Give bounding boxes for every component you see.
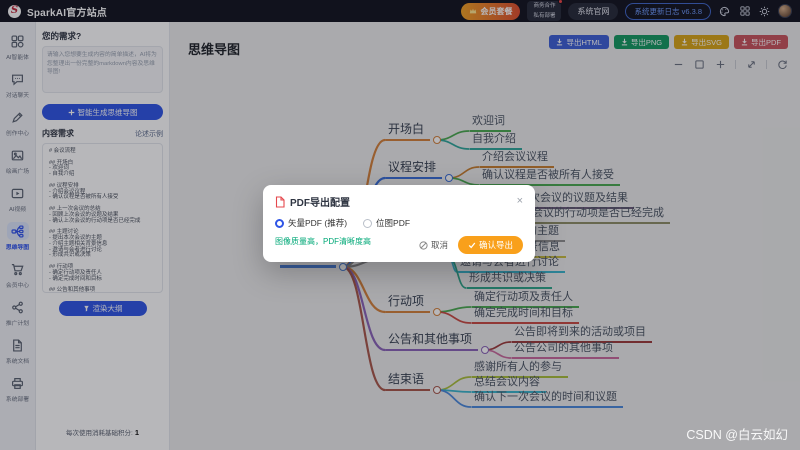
- radio-unselected-dot: [363, 219, 372, 228]
- dialog-title: PDF导出配置: [290, 194, 350, 209]
- cancel-icon: [419, 241, 428, 250]
- cancel-button[interactable]: 取消: [419, 239, 448, 251]
- confirm-export-button[interactable]: 确认导出: [458, 236, 523, 254]
- pdf-file-icon: [275, 196, 285, 208]
- close-icon[interactable]: ×: [517, 196, 523, 207]
- check-icon: [468, 241, 476, 249]
- pdf-export-dialog: PDF导出配置 × 矢量PDF (推荐) 位图PDF 图像质量高，PDF清晰度高…: [263, 185, 535, 262]
- radio-selected-dot: [275, 219, 284, 228]
- radio-vector-pdf[interactable]: 矢量PDF (推荐): [275, 217, 347, 229]
- watermark: CSDN @白云如幻: [686, 424, 788, 443]
- radio-bitmap-pdf[interactable]: 位图PDF: [363, 217, 410, 229]
